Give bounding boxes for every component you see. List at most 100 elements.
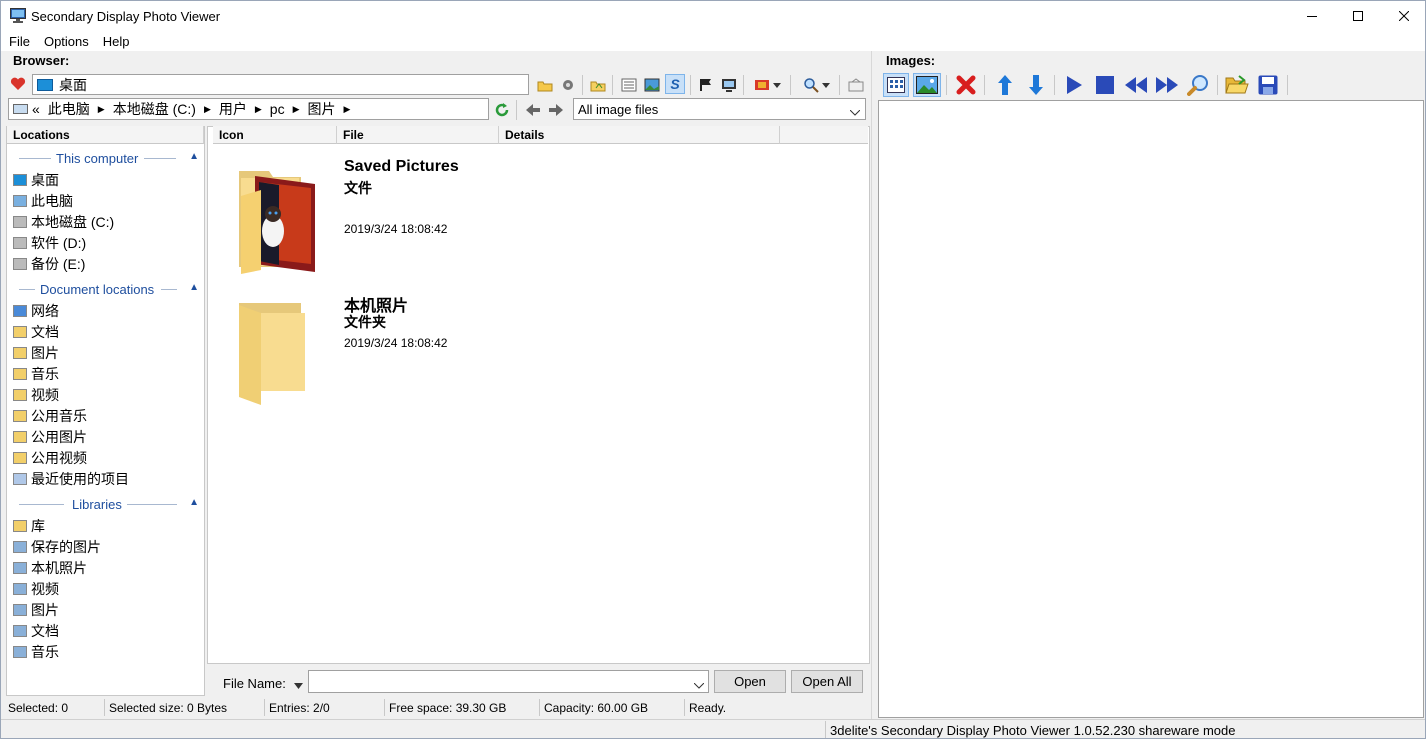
library-location-label: 本机照片 — [31, 560, 87, 576]
open-all-button[interactable]: Open All — [791, 670, 863, 693]
entry-type: 文件 — [344, 180, 372, 196]
library-location-item[interactable]: 文档 — [13, 621, 59, 641]
maximize-button[interactable] — [1335, 1, 1381, 31]
chevron-down-icon — [849, 104, 861, 119]
fast-forward-icon[interactable] — [1154, 73, 1180, 97]
file-name-input[interactable] — [308, 670, 709, 693]
computer-location-item[interactable]: 本地磁盘 (C:) — [13, 212, 114, 232]
library-location-item[interactable]: 音乐 — [13, 642, 59, 662]
document-location-item[interactable]: 最近使用的项目 — [13, 469, 129, 489]
column-file-header[interactable]: File — [337, 126, 499, 144]
delete-x-icon[interactable] — [954, 73, 978, 97]
menu-options[interactable]: Options — [44, 34, 89, 49]
images-panel[interactable] — [878, 100, 1424, 718]
rewind-icon[interactable] — [1123, 73, 1149, 97]
library-location-item[interactable]: 保存的图片 — [13, 537, 101, 557]
breadcrumb-this-pc[interactable]: 此电脑 — [48, 99, 90, 119]
back-arrow-icon[interactable] — [523, 100, 543, 120]
group-this-computer[interactable]: This computer ▲ — [19, 149, 199, 169]
document-location-item[interactable]: 公用图片 — [13, 427, 87, 447]
settings-gear-icon[interactable] — [558, 75, 578, 95]
palette-dropdown-icon[interactable] — [771, 75, 783, 95]
stop-icon[interactable] — [1093, 73, 1117, 97]
group-document-locations[interactable]: Document locations ▲ — [19, 280, 199, 300]
collapse-caret-icon[interactable]: ▲ — [189, 497, 199, 508]
breadcrumb-bar[interactable]: « 此电脑 ▶ 本地磁盘 (C:) ▶ 用户 ▶ pc ▶ 图片 ▶ — [8, 98, 489, 120]
breadcrumb-local-disk-c[interactable]: 本地磁盘 (C:) — [113, 99, 196, 119]
folder-thumbnail[interactable] — [233, 301, 313, 409]
document-location-item[interactable]: 图片 — [13, 343, 59, 363]
document-location-item[interactable]: 网络 — [13, 301, 59, 321]
chevron-right-icon[interactable]: ▶ — [204, 104, 211, 115]
slideshow-s-icon[interactable]: S — [665, 74, 685, 94]
document-location-item[interactable]: 音乐 — [13, 364, 59, 384]
group-libraries[interactable]: Libraries ▲ — [19, 495, 199, 515]
flag-icon[interactable] — [696, 75, 716, 95]
move-up-arrow-icon[interactable] — [993, 73, 1017, 97]
close-button[interactable] — [1381, 1, 1426, 31]
new-folder-icon[interactable] — [535, 75, 555, 95]
collapse-caret-icon[interactable]: ▲ — [189, 151, 199, 162]
minimize-button[interactable] — [1289, 1, 1335, 31]
document-location-item[interactable]: 文档 — [13, 322, 59, 342]
move-down-arrow-icon[interactable] — [1024, 73, 1048, 97]
column-details-header[interactable]: Details — [499, 126, 780, 144]
zoom-dropdown-icon[interactable] — [820, 75, 832, 95]
details-view-icon[interactable] — [619, 75, 639, 95]
saved-pictures-thumbnail[interactable] — [233, 166, 323, 276]
breadcrumb-users[interactable]: 用户 — [219, 99, 247, 119]
breadcrumb-pictures[interactable]: 图片 — [308, 99, 336, 119]
entry-name[interactable]: Saved Pictures — [344, 158, 459, 176]
document-location-item[interactable]: 公用视频 — [13, 448, 87, 468]
magnifier-icon[interactable] — [1186, 73, 1210, 97]
breadcrumb-pc[interactable]: pc — [270, 101, 285, 117]
chevron-right-icon[interactable]: ▶ — [255, 104, 262, 115]
document-location-label: 公用音乐 — [31, 408, 87, 424]
document-location-item[interactable]: 公用音乐 — [13, 406, 87, 426]
collapse-caret-icon[interactable]: ▲ — [189, 282, 199, 293]
library-location-label: 库 — [31, 518, 45, 534]
group-document-locations-label: Document locations — [40, 282, 155, 297]
menu-file[interactable]: File — [9, 34, 30, 49]
computer-location-item[interactable]: 软件 (D:) — [13, 233, 86, 253]
file-name-mode-dropdown-icon[interactable] — [294, 677, 303, 692]
breadcrumb-overflow[interactable]: « — [32, 101, 40, 117]
library-location-item[interactable]: 本机照片 — [13, 558, 87, 578]
document-location-item[interactable]: 视频 — [13, 385, 59, 405]
menu-help[interactable]: Help — [103, 34, 130, 49]
file-filter-select[interactable]: All image files — [573, 98, 866, 120]
refresh-icon[interactable] — [492, 100, 512, 120]
browse-folder-icon[interactable] — [588, 75, 608, 95]
menu-bar: File Options Help — [1, 31, 1425, 51]
grid-view-icon[interactable] — [883, 73, 909, 97]
zoom-icon[interactable] — [801, 75, 821, 95]
play-icon[interactable] — [1062, 73, 1086, 97]
computer-location-item[interactable]: 此电脑 — [13, 191, 73, 211]
forward-arrow-icon[interactable] — [546, 100, 566, 120]
favorites-heart-icon[interactable] — [8, 74, 28, 94]
open-button[interactable]: Open — [714, 670, 786, 693]
image-view-icon[interactable] — [913, 73, 941, 97]
status-ready: Ready. — [689, 700, 727, 715]
bookmark-icon[interactable] — [846, 75, 866, 95]
library-location-item[interactable]: 视频 — [13, 579, 59, 599]
color-palette-icon[interactable] — [752, 75, 772, 95]
computer-location-item[interactable]: 桌面 — [13, 170, 59, 190]
chevron-right-icon[interactable]: ▶ — [98, 104, 105, 115]
library-location-item[interactable]: 图片 — [13, 600, 59, 620]
computer-location-item[interactable]: 备份 (E:) — [13, 254, 85, 274]
monitor-icon[interactable] — [719, 75, 739, 95]
column-icon-header[interactable]: Icon — [213, 126, 337, 144]
pane-splitter[interactable] — [871, 51, 876, 719]
library-icon — [13, 520, 27, 532]
folder-icon — [13, 347, 27, 359]
open-folder-icon[interactable] — [1224, 73, 1250, 97]
thumbnail-view-icon[interactable] — [642, 75, 662, 95]
library-location-item[interactable]: 库 — [13, 516, 45, 536]
save-floppy-icon[interactable] — [1256, 73, 1280, 97]
location-combobox[interactable]: 桌面 — [32, 74, 529, 95]
document-location-label: 文档 — [31, 324, 59, 340]
chevron-right-icon[interactable]: ▶ — [293, 104, 300, 115]
chevron-right-icon[interactable]: ▶ — [344, 104, 351, 115]
status-selected: Selected: 0 — [8, 700, 69, 715]
